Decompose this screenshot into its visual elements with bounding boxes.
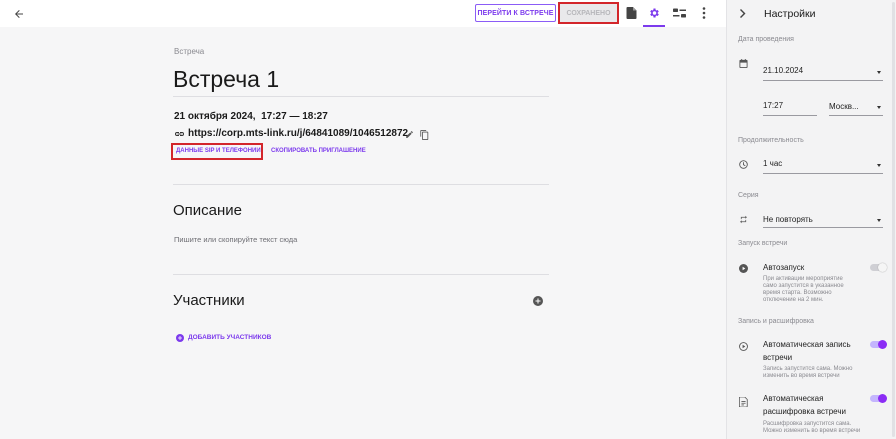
transcript-document-icon <box>738 396 748 407</box>
more-vertical-icon[interactable] <box>697 6 711 20</box>
saved-button[interactable]: СОХРАНЕНО <box>558 2 619 24</box>
top-toolbar: ПЕРЕЙТИ К ВСТРЕЧЕ СОХРАНЕНО <box>0 0 726 27</box>
add-circle-icon[interactable] <box>532 295 543 306</box>
copy-invitation-link[interactable]: СКОПИРОВАТЬ ПРИГЛАШЕНИЕ <box>271 148 366 154</box>
settings-title: Настройки <box>764 8 816 20</box>
title-divider <box>173 96 549 97</box>
meeting-title[interactable]: Встреча 1 <box>173 66 279 93</box>
play-circle-filled-icon <box>738 263 748 273</box>
goto-meeting-button[interactable]: ПЕРЕЙТИ К ВСТРЕЧЕ <box>475 4 556 22</box>
autorecord-description: Запись запустится сама. Можно изменить в… <box>763 366 853 379</box>
duration-section-label: Продолжительность <box>738 137 804 144</box>
autorecord-title: Автоматическая запись встречи <box>763 340 851 362</box>
timezone-underline <box>829 115 883 116</box>
autotranscribe-description: Расшифровка запустится сама. Можно измен… <box>763 421 861 434</box>
settings-panel: Настройки Дата проведения 21.10.2024 17:… <box>726 0 896 439</box>
autotranscribe-toggle[interactable] <box>870 394 887 403</box>
duration-dropdown-caret[interactable] <box>877 164 881 167</box>
time-field[interactable]: 17:27 <box>763 101 783 110</box>
section-divider-2 <box>173 274 549 275</box>
meeting-link[interactable]: https://corp.mts-link.ru/j/64841089/1046… <box>188 128 408 139</box>
timezone-dropdown-caret[interactable] <box>877 106 881 109</box>
duration-select[interactable]: 1 час <box>763 159 782 168</box>
settings-gear-icon[interactable] <box>647 6 661 20</box>
description-input[interactable]: Пишите или скопируйте текст сюда <box>174 235 297 244</box>
series-select[interactable]: Не повторять <box>763 215 813 224</box>
date-underline <box>763 80 883 81</box>
series-section-label: Серия <box>738 192 759 199</box>
autorecord-toggle[interactable] <box>870 340 887 349</box>
description-heading: Описание <box>173 202 243 219</box>
launch-section-label: Запуск встречи <box>738 240 788 247</box>
series-underline <box>763 227 883 228</box>
section-divider-1 <box>173 184 549 185</box>
series-dropdown-caret[interactable] <box>877 219 881 222</box>
time-underline <box>763 115 817 116</box>
sip-telephony-link[interactable]: ДАННЫЕ SIP И ТЕЛЕФОНИИ <box>176 148 261 154</box>
add-participants-button[interactable]: ДОБАВИТЬ УЧАСТНИКОВ <box>188 334 271 341</box>
timezone-select[interactable]: Москв... <box>829 102 859 111</box>
clock-icon <box>738 159 748 169</box>
link-icon <box>173 128 185 140</box>
add-participants-plus-icon[interactable] <box>175 333 184 342</box>
play-circle-outline-icon <box>738 341 748 351</box>
pencil-edit-icon[interactable] <box>404 129 415 140</box>
back-arrow-icon[interactable] <box>12 7 26 21</box>
autotranscribe-title: Автоматическая расшифровка встречи <box>763 394 846 416</box>
participants-heading: Участники <box>173 292 245 309</box>
calendar-icon <box>738 58 748 68</box>
autolaunch-title: Автозапуск <box>763 263 805 272</box>
copy-icon[interactable] <box>419 129 430 140</box>
chevron-right-icon[interactable] <box>737 7 749 19</box>
breadcrumb: Встреча <box>174 47 205 56</box>
date-dropdown-caret[interactable] <box>877 71 881 74</box>
date-field[interactable]: 21.10.2024 <box>763 66 803 75</box>
meeting-editor: Встреча Встреча 1 21 октября 2024, 17:27… <box>0 27 726 439</box>
date-section-label: Дата проведения <box>738 36 794 43</box>
autolaunch-toggle[interactable] <box>870 263 887 272</box>
autolaunch-description: При активации мероприятие само запуститс… <box>763 276 844 303</box>
sidebar-scrollbar[interactable] <box>892 2 895 437</box>
repeat-icon <box>738 214 748 224</box>
duration-underline <box>763 173 883 174</box>
layout-sliders-icon[interactable] <box>672 6 686 20</box>
meeting-datetime: 21 октября 2024, 17:27 — 18:27 <box>174 111 328 122</box>
record-section-label: Запись и расшифровка <box>738 318 814 325</box>
document-icon[interactable] <box>624 6 638 20</box>
